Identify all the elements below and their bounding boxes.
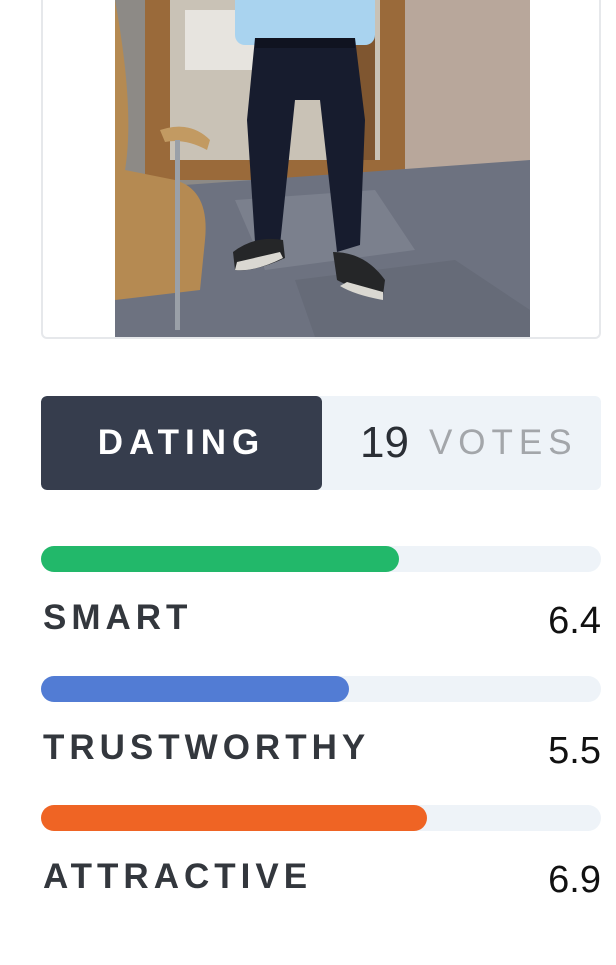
- vote-counter: 19 VOTES: [360, 396, 578, 490]
- trait-score: 5.5: [548, 730, 601, 772]
- score-bar-track: [41, 546, 601, 572]
- trait-attractive: ATTRACTIVE 6.9: [41, 805, 601, 901]
- vote-count: 19: [360, 418, 409, 467]
- trait-smart: SMART 6.4: [41, 546, 601, 642]
- profile-photo: [115, 0, 530, 337]
- score-bar-fill: [41, 676, 349, 702]
- trait-trustworthy: TRUSTWORTHY 5.5: [41, 676, 601, 772]
- rating-category-bar: DATING 19 VOTES: [41, 396, 601, 490]
- trait-label: SMART: [43, 598, 193, 637]
- score-bar-fill: [41, 546, 400, 572]
- score-bar-track: [41, 676, 601, 702]
- score-bar-track: [41, 805, 601, 831]
- dating-category-button[interactable]: DATING: [41, 396, 322, 490]
- trait-score: 6.4: [548, 600, 601, 642]
- score-bar-fill: [41, 805, 428, 831]
- votes-label: VOTES: [428, 423, 578, 462]
- photo-card: [41, 0, 601, 339]
- trait-label: TRUSTWORTHY: [43, 728, 371, 767]
- trait-label: ATTRACTIVE: [43, 857, 313, 896]
- trait-score: 6.9: [548, 859, 601, 901]
